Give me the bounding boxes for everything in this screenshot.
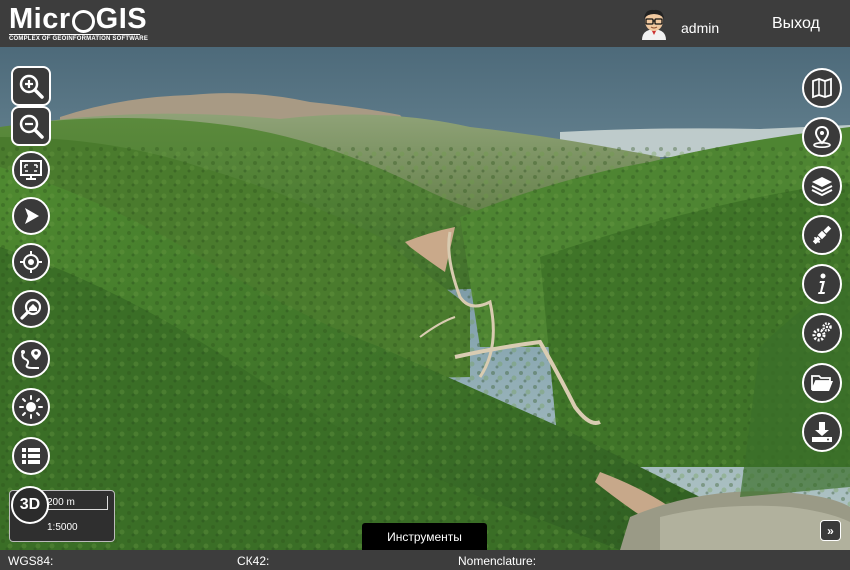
- logo-text-part2: GIS: [95, 3, 148, 35]
- list-button[interactable]: [12, 437, 50, 475]
- route-button[interactable]: [12, 340, 50, 378]
- settings-gears-icon: [812, 322, 832, 342]
- zoom-out-icon: [19, 114, 44, 139]
- instruments-tab[interactable]: Инструменты: [362, 523, 487, 550]
- map-3d-view[interactable]: 200 m 1:5000 3D Инструменты »: [0, 47, 850, 550]
- search-address-button[interactable]: [12, 290, 50, 328]
- location-pin-button[interactable]: [802, 117, 842, 157]
- user-avatar-icon[interactable]: [639, 8, 669, 40]
- navigation-button[interactable]: [12, 197, 50, 235]
- locate-target-icon: [20, 251, 42, 273]
- scale-distance: 200 m: [47, 497, 75, 508]
- zoom-out-button[interactable]: [11, 106, 51, 146]
- layers-button[interactable]: [802, 166, 842, 206]
- logo-globe-icon: [71, 9, 95, 33]
- locate-button[interactable]: [12, 243, 50, 281]
- logout-link[interactable]: Выход: [772, 15, 820, 33]
- settings-button[interactable]: [802, 313, 842, 353]
- expand-panel-button[interactable]: »: [820, 520, 841, 541]
- route-icon: [21, 349, 41, 369]
- center-point-button[interactable]: [12, 388, 50, 426]
- ck42-coordinates: СК42:: [237, 554, 270, 568]
- download-icon: [812, 422, 832, 442]
- layers-icon: [811, 177, 833, 197]
- terrain-scene: [0, 47, 850, 550]
- zoom-in-button[interactable]: [11, 66, 51, 106]
- center-point-icon: [19, 395, 43, 419]
- location-pin-icon: [813, 125, 831, 148]
- nomenclature-value: Nomenclature:: [458, 554, 537, 568]
- full-extent-button[interactable]: [12, 151, 50, 189]
- download-button[interactable]: [802, 412, 842, 452]
- app-header: Micr GIS COMPLEX OF GEOINFORMATION SOFTWA…: [0, 0, 850, 47]
- folder-icon: [811, 375, 833, 391]
- microgis-logo: Micr GIS COMPLEX OF GEOINFORMATION SOFTWA…: [9, 3, 149, 42]
- user-name[interactable]: admin: [681, 20, 719, 36]
- mode-3d-button[interactable]: 3D: [11, 486, 49, 524]
- full-extent-icon: [20, 160, 42, 180]
- scale-ratio: 1:5000: [47, 522, 78, 533]
- navigation-arrow-icon: [25, 208, 39, 224]
- map-icon: [812, 77, 832, 99]
- list-icon: [22, 448, 40, 464]
- zoom-in-icon: [19, 74, 44, 99]
- info-button[interactable]: [802, 264, 842, 304]
- satellite-icon: [812, 225, 832, 245]
- map-button[interactable]: [802, 68, 842, 108]
- folder-button[interactable]: [802, 363, 842, 403]
- satellite-button[interactable]: [802, 215, 842, 255]
- logo-subtitle: COMPLEX OF GEOINFORMATION SOFTWARE: [9, 34, 149, 42]
- wgs84-coordinates: WGS84:: [8, 554, 54, 568]
- search-address-icon: [20, 298, 42, 320]
- status-bar: WGS84: СК42: Nomenclature:: [0, 550, 850, 570]
- logo-text-part1: Micr: [9, 3, 71, 35]
- info-icon: [818, 273, 826, 294]
